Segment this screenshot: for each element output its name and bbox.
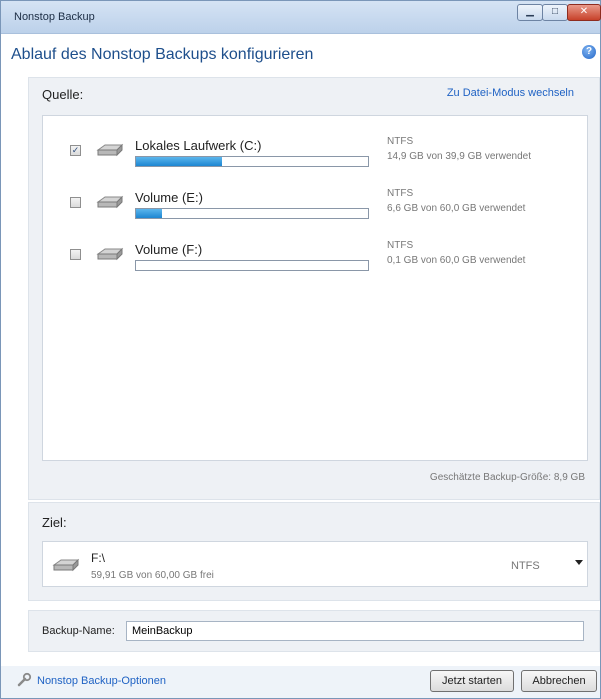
hard-drive-icon: [96, 247, 124, 261]
list-item[interactable]: Volume (F:) NTFS 0,1 GB von 60,0 GB verw…: [43, 240, 587, 290]
switch-file-mode-link[interactable]: Zu Datei-Modus wechseln: [447, 87, 574, 99]
hard-drive-icon: [96, 195, 124, 209]
drive-checkbox[interactable]: ✓: [70, 145, 81, 156]
usage-text: 6,6 GB von 60,0 GB verwendet: [387, 203, 526, 214]
backup-name-label: Backup-Name:: [42, 625, 115, 637]
usage-text: 0,1 GB von 60,0 GB verwendet: [387, 255, 526, 266]
chevron-down-icon[interactable]: [575, 560, 583, 565]
usage-fill: [136, 209, 162, 218]
list-item[interactable]: ✓ Lokales Laufwerk (C:) NTFS 14,9 GB von…: [43, 136, 587, 186]
page-title: Ablauf des Nonstop Backups konfigurieren: [11, 46, 314, 63]
backup-name-panel: Backup-Name:: [28, 610, 600, 652]
drive-usage-bar: [135, 156, 369, 167]
source-label: Quelle:: [42, 87, 84, 102]
list-item[interactable]: Volume (E:) NTFS 6,6 GB von 60,0 GB verw…: [43, 188, 587, 238]
usage-text: 14,9 GB von 39,9 GB verwendet: [387, 151, 531, 162]
usage-fill: [136, 157, 222, 166]
drive-name: Lokales Laufwerk (C:): [135, 138, 262, 153]
title-bar[interactable]: Nonstop Backup ▁ □ ✕: [1, 1, 601, 34]
drive-usage-bar: [135, 260, 369, 271]
filesystem-label: NTFS: [387, 240, 414, 251]
drive-checkbox[interactable]: [70, 197, 81, 208]
hard-drive-icon: [96, 143, 124, 157]
window-title: Nonstop Backup: [14, 11, 95, 23]
wrench-icon: [17, 672, 32, 687]
drive-usage-bar: [135, 208, 369, 219]
dialog-content: Ablauf des Nonstop Backups konfigurieren…: [1, 34, 600, 666]
minimize-button[interactable]: ▁: [517, 4, 543, 21]
target-label: Ziel:: [42, 515, 67, 530]
drive-list: ✓ Lokales Laufwerk (C:) NTFS 14,9 GB von…: [42, 115, 588, 461]
backup-options-link[interactable]: Nonstop Backup-Optionen: [37, 675, 166, 687]
window: Nonstop Backup ▁ □ ✕ Ablauf des Nonstop …: [0, 0, 601, 699]
maximize-button[interactable]: □: [542, 4, 568, 21]
target-dropdown[interactable]: F:\ 59,91 GB von 60,00 GB frei NTFS: [42, 541, 588, 587]
start-button[interactable]: Jetzt starten: [430, 670, 514, 692]
backup-name-input[interactable]: [126, 621, 584, 641]
help-icon[interactable]: ?: [582, 45, 596, 59]
footer: Nonstop Backup-Optionen Jetzt starten Ab…: [1, 666, 600, 698]
filesystem-label: NTFS: [387, 136, 414, 147]
filesystem-label: NTFS: [387, 188, 414, 199]
target-name: F:\: [91, 551, 105, 565]
drive-checkbox[interactable]: [70, 249, 81, 260]
source-panel: Quelle: Zu Datei-Modus wechseln ✓ Lokale…: [28, 77, 600, 500]
estimated-size: Geschätzte Backup-Größe: 8,9 GB: [429, 472, 585, 483]
close-button[interactable]: ✕: [567, 4, 601, 21]
cancel-button[interactable]: Abbrechen: [521, 670, 597, 692]
drive-name: Volume (E:): [135, 190, 203, 205]
drive-name: Volume (F:): [135, 242, 203, 257]
target-panel: Ziel: F:\ 59,91 GB von 60,00 GB frei NTF…: [28, 502, 600, 601]
hard-drive-icon: [52, 558, 80, 572]
filesystem-label: NTFS: [511, 560, 540, 572]
target-free-space: 59,91 GB von 60,00 GB frei: [91, 570, 214, 581]
